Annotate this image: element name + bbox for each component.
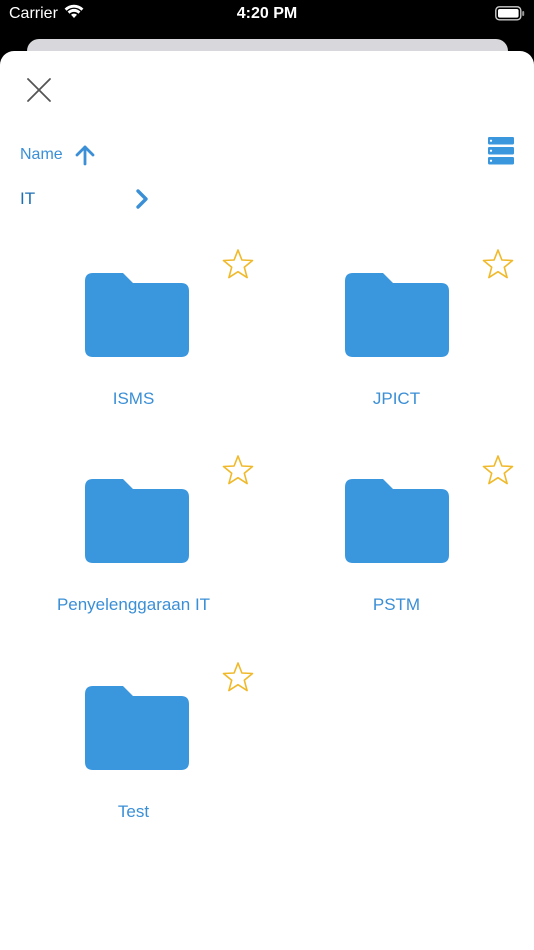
folder-name: JPICT <box>372 389 421 408</box>
folder-grid: ISMS JPICT Penyelenggaraan IT PSTM Test <box>0 51 534 950</box>
folder-name: Penyelenggaraan IT <box>56 595 211 614</box>
folder-icon <box>85 479 189 563</box>
folder-name: PSTM <box>372 595 421 614</box>
star-icon[interactable] <box>482 454 514 486</box>
folder-icon <box>345 479 449 563</box>
folder-icon <box>85 273 189 357</box>
folder-icon <box>85 686 189 770</box>
battery-icon <box>495 6 525 21</box>
star-icon[interactable] <box>482 248 514 280</box>
star-icon[interactable] <box>222 661 254 693</box>
star-icon[interactable] <box>222 248 254 280</box>
file-browser-sheet: Name IT ISMS JPICT Penyelenggaraan IT PS… <box>0 51 534 950</box>
status-bar: Carrier 4:20 PM <box>0 0 534 30</box>
folder-name: Test <box>117 802 150 821</box>
star-icon[interactable] <box>222 454 254 486</box>
folder-item-test: Test <box>0 51 267 821</box>
folder-icon <box>345 273 449 357</box>
clock: 4:20 PM <box>236 5 298 22</box>
folder-name: ISMS <box>112 389 155 408</box>
